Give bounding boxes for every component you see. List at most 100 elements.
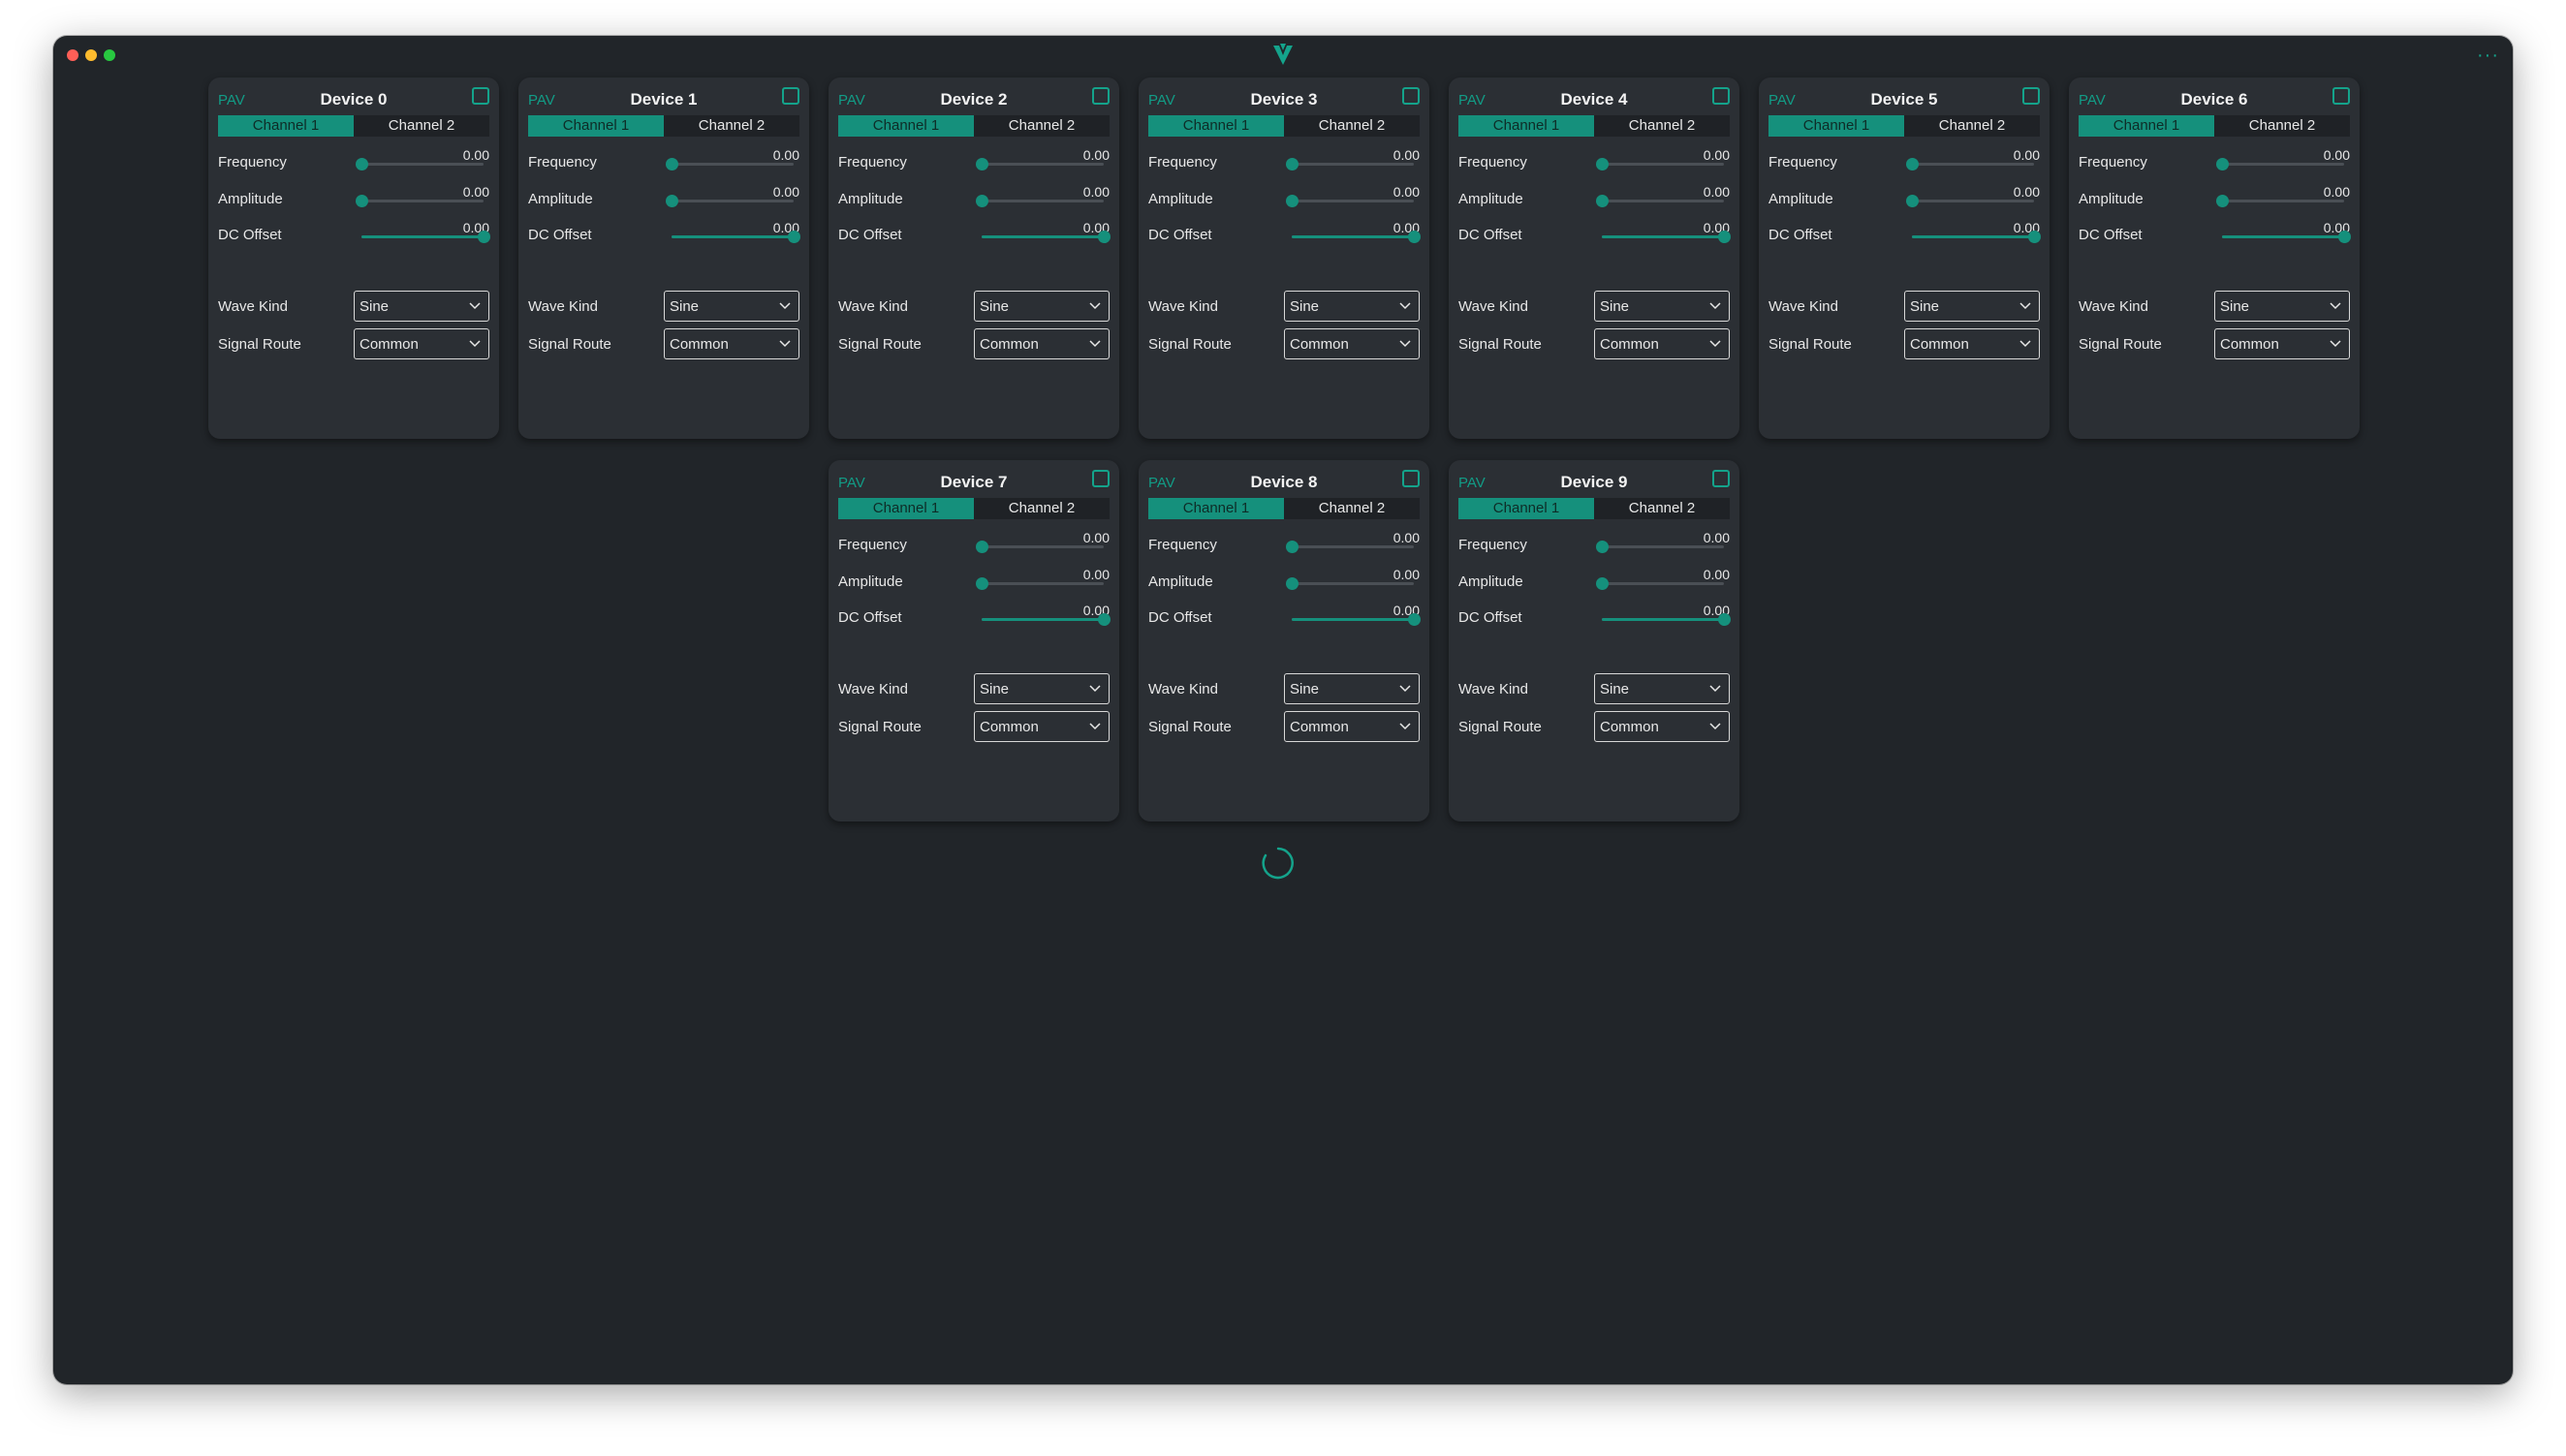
tab-channel-1[interactable]: Channel 1 xyxy=(1148,115,1284,137)
slider-thumb[interactable] xyxy=(1098,613,1111,626)
slider-thumb[interactable] xyxy=(2216,158,2229,170)
slider-track[interactable] xyxy=(2216,158,2344,170)
slider-thumb[interactable] xyxy=(2338,231,2351,243)
select-dropdown[interactable]: Common xyxy=(1594,328,1730,359)
slider-thumb[interactable] xyxy=(1906,158,1919,170)
slider-track[interactable] xyxy=(976,195,1104,207)
slider-track[interactable] xyxy=(982,231,1111,243)
tab-channel-2[interactable]: Channel 2 xyxy=(354,115,489,137)
slider-thumb[interactable] xyxy=(2216,195,2229,207)
device-enable-checkbox[interactable] xyxy=(1402,470,1420,487)
slider-track[interactable] xyxy=(1912,231,2041,243)
slider-track[interactable] xyxy=(1596,158,1724,170)
slider-thumb[interactable] xyxy=(356,158,368,170)
slider-track[interactable] xyxy=(1596,541,1724,553)
select-dropdown[interactable]: Sine xyxy=(354,291,489,322)
tab-channel-1[interactable]: Channel 1 xyxy=(838,115,974,137)
slider-thumb[interactable] xyxy=(1596,158,1609,170)
select-dropdown[interactable]: Sine xyxy=(1904,291,2040,322)
slider-track[interactable] xyxy=(666,195,794,207)
slider-thumb[interactable] xyxy=(1596,195,1609,207)
slider-thumb[interactable] xyxy=(666,158,678,170)
device-enable-checkbox[interactable] xyxy=(2022,87,2040,105)
slider-thumb[interactable] xyxy=(2028,231,2041,243)
tab-channel-1[interactable]: Channel 1 xyxy=(528,115,664,137)
slider-track[interactable] xyxy=(976,577,1104,590)
select-dropdown[interactable]: Sine xyxy=(2214,291,2350,322)
slider-track[interactable] xyxy=(1602,613,1731,626)
slider-track[interactable] xyxy=(1286,158,1414,170)
select-dropdown[interactable]: Common xyxy=(1594,711,1730,742)
slider-thumb[interactable] xyxy=(1596,577,1609,590)
tab-channel-1[interactable]: Channel 1 xyxy=(1458,498,1594,519)
slider-track[interactable] xyxy=(2216,195,2344,207)
device-enable-checkbox[interactable] xyxy=(1402,87,1420,105)
slider-track[interactable] xyxy=(1286,541,1414,553)
slider-track[interactable] xyxy=(361,231,490,243)
minimize-window-button[interactable] xyxy=(85,49,97,61)
select-dropdown[interactable]: Sine xyxy=(664,291,799,322)
slider-track[interactable] xyxy=(1286,195,1414,207)
slider-thumb[interactable] xyxy=(976,541,988,553)
select-dropdown[interactable]: Common xyxy=(664,328,799,359)
slider-thumb[interactable] xyxy=(1286,541,1299,553)
slider-thumb[interactable] xyxy=(1286,195,1299,207)
slider-thumb[interactable] xyxy=(1718,231,1731,243)
slider-thumb[interactable] xyxy=(1408,231,1421,243)
device-enable-checkbox[interactable] xyxy=(472,87,489,105)
slider-track[interactable] xyxy=(1906,158,2034,170)
tab-channel-1[interactable]: Channel 1 xyxy=(218,115,354,137)
slider-thumb[interactable] xyxy=(1286,577,1299,590)
tab-channel-1[interactable]: Channel 1 xyxy=(2079,115,2214,137)
slider-track[interactable] xyxy=(1292,231,1421,243)
select-dropdown[interactable]: Sine xyxy=(974,291,1110,322)
slider-track[interactable] xyxy=(1602,231,1731,243)
select-dropdown[interactable]: Sine xyxy=(1594,673,1730,704)
slider-thumb[interactable] xyxy=(356,195,368,207)
tab-channel-1[interactable]: Channel 1 xyxy=(1458,115,1594,137)
tab-channel-2[interactable]: Channel 2 xyxy=(974,498,1110,519)
select-dropdown[interactable]: Sine xyxy=(1284,673,1420,704)
slider-track[interactable] xyxy=(976,158,1104,170)
select-dropdown[interactable]: Common xyxy=(974,711,1110,742)
slider-track[interactable] xyxy=(976,541,1104,553)
slider-track[interactable] xyxy=(1906,195,2034,207)
slider-track[interactable] xyxy=(1596,195,1724,207)
slider-track[interactable] xyxy=(1292,613,1421,626)
tab-channel-2[interactable]: Channel 2 xyxy=(1904,115,2040,137)
device-enable-checkbox[interactable] xyxy=(1092,470,1110,487)
tab-channel-2[interactable]: Channel 2 xyxy=(664,115,799,137)
select-dropdown[interactable]: Common xyxy=(1904,328,2040,359)
slider-track[interactable] xyxy=(2222,231,2351,243)
slider-thumb[interactable] xyxy=(976,577,988,590)
select-dropdown[interactable]: Sine xyxy=(1284,291,1420,322)
select-dropdown[interactable]: Sine xyxy=(974,673,1110,704)
tab-channel-1[interactable]: Channel 1 xyxy=(1148,498,1284,519)
device-enable-checkbox[interactable] xyxy=(1712,470,1730,487)
tab-channel-2[interactable]: Channel 2 xyxy=(974,115,1110,137)
more-dots-icon[interactable]: ··· xyxy=(2477,46,2499,65)
select-dropdown[interactable]: Common xyxy=(1284,328,1420,359)
slider-track[interactable] xyxy=(666,158,794,170)
slider-track[interactable] xyxy=(356,158,484,170)
slider-track[interactable] xyxy=(1286,577,1414,590)
device-enable-checkbox[interactable] xyxy=(782,87,799,105)
slider-track[interactable] xyxy=(356,195,484,207)
slider-thumb[interactable] xyxy=(1906,195,1919,207)
slider-thumb[interactable] xyxy=(788,231,800,243)
tab-channel-2[interactable]: Channel 2 xyxy=(1284,115,1420,137)
slider-track[interactable] xyxy=(672,231,800,243)
maximize-window-button[interactable] xyxy=(104,49,115,61)
slider-thumb[interactable] xyxy=(1408,613,1421,626)
select-dropdown[interactable]: Common xyxy=(354,328,489,359)
device-enable-checkbox[interactable] xyxy=(1712,87,1730,105)
slider-thumb[interactable] xyxy=(1718,613,1731,626)
slider-thumb[interactable] xyxy=(666,195,678,207)
slider-thumb[interactable] xyxy=(1596,541,1609,553)
slider-track[interactable] xyxy=(1596,577,1724,590)
select-dropdown[interactable]: Common xyxy=(1284,711,1420,742)
tab-channel-2[interactable]: Channel 2 xyxy=(1594,115,1730,137)
close-window-button[interactable] xyxy=(67,49,78,61)
slider-thumb[interactable] xyxy=(1286,158,1299,170)
select-dropdown[interactable]: Common xyxy=(2214,328,2350,359)
